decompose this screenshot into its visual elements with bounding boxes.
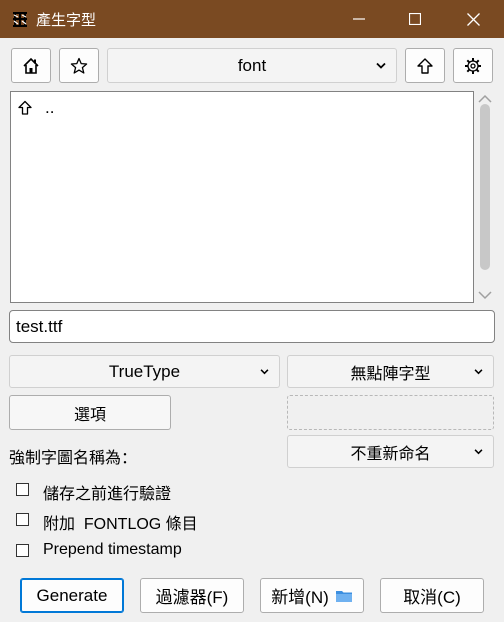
star-icon bbox=[70, 57, 88, 74]
maximize-icon bbox=[409, 13, 421, 25]
new-folder-button[interactable]: 新增(N) bbox=[260, 578, 364, 613]
generate-label: Generate bbox=[36, 585, 108, 605]
list-item-label: .. bbox=[45, 98, 55, 117]
cancel-label: 取消(C) bbox=[403, 588, 461, 607]
filter-label: 過濾器(F) bbox=[155, 588, 229, 607]
minimize-button[interactable] bbox=[330, 0, 388, 38]
timestamp-label: Prepend timestamp bbox=[43, 541, 182, 558]
chevron-down-icon bbox=[474, 448, 483, 454]
window-title: 產生字型 bbox=[36, 12, 97, 29]
filename-input[interactable]: test.ttf bbox=[9, 310, 495, 343]
timestamp-checkbox[interactable] bbox=[16, 544, 29, 557]
minimize-icon bbox=[353, 18, 365, 20]
maximize-button[interactable] bbox=[386, 0, 444, 38]
options-button[interactable]: 選項 bbox=[9, 395, 171, 430]
fontforge-icon bbox=[11, 10, 29, 28]
title-bar: 產生字型 bbox=[0, 0, 504, 38]
validate-checkbox[interactable] bbox=[16, 483, 29, 496]
force-name-dropdown[interactable]: 不重新命名 bbox=[287, 435, 494, 468]
bookmark-button[interactable] bbox=[59, 48, 99, 83]
outline-format-value: TrueType bbox=[108, 361, 181, 381]
arrow-up-icon bbox=[417, 57, 433, 74]
bitmap-format-value: 無點陣字型 bbox=[350, 365, 431, 383]
fontlog-label: 附加 FONTLOG 條目 bbox=[43, 516, 198, 533]
force-name-label: 強制字圖名稱為： bbox=[9, 450, 138, 467]
fontlog-checkbox[interactable] bbox=[16, 513, 29, 526]
scroll-down-icon[interactable] bbox=[476, 289, 494, 301]
new-label: 新增(N) bbox=[271, 588, 329, 607]
validate-label: 儲存之前進行驗證 bbox=[43, 486, 172, 503]
gear-icon bbox=[465, 57, 481, 74]
generate-button[interactable]: Generate bbox=[20, 578, 124, 613]
scroll-thumb[interactable] bbox=[480, 104, 490, 270]
folder-icon bbox=[335, 590, 352, 602]
home-button[interactable] bbox=[11, 48, 51, 83]
path-value: font bbox=[237, 55, 267, 75]
force-name-value: 不重新命名 bbox=[350, 445, 431, 463]
file-list[interactable]: .. bbox=[10, 91, 474, 303]
cancel-button[interactable]: 取消(C) bbox=[380, 578, 484, 613]
bitmap-options-placeholder bbox=[287, 395, 494, 430]
close-button[interactable] bbox=[444, 0, 502, 38]
parent-folder-button[interactable] bbox=[405, 48, 445, 83]
bitmap-format-dropdown[interactable]: 無點陣字型 bbox=[287, 355, 494, 388]
outline-format-dropdown[interactable]: TrueType bbox=[9, 355, 280, 388]
settings-button[interactable] bbox=[453, 48, 493, 83]
path-dropdown[interactable]: font bbox=[107, 48, 397, 83]
close-icon bbox=[466, 12, 480, 26]
chevron-down-icon bbox=[474, 368, 483, 374]
arrow-up-icon bbox=[18, 100, 32, 115]
chevron-down-icon bbox=[376, 62, 386, 69]
list-item[interactable]: .. bbox=[17, 98, 54, 118]
chevron-down-icon bbox=[260, 368, 269, 374]
filter-button[interactable]: 過濾器(F) bbox=[140, 578, 244, 613]
options-button-label: 選項 bbox=[73, 406, 106, 424]
home-icon bbox=[23, 57, 39, 74]
